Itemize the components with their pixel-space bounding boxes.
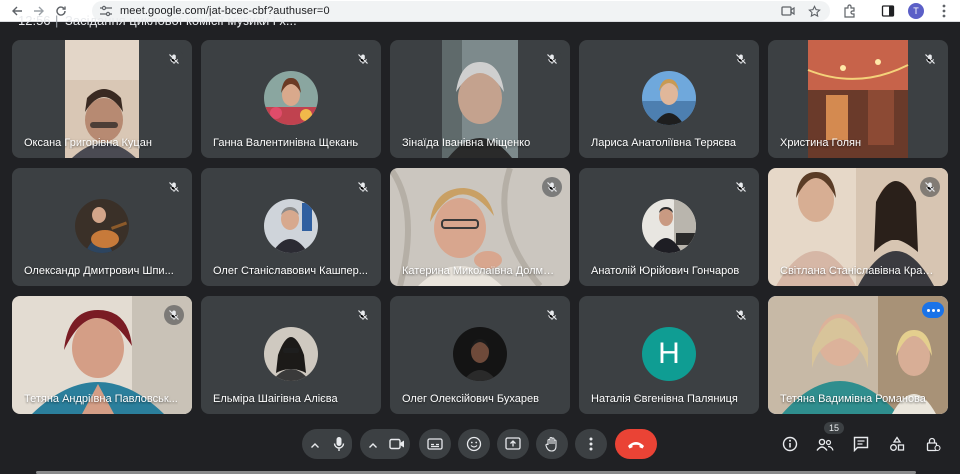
- activities-shapes-icon[interactable]: [885, 432, 909, 456]
- participant-tile[interactable]: Анатолій Юрійович Гончаров: [579, 168, 759, 286]
- microphone-button[interactable]: [326, 429, 352, 459]
- participant-name: Олександр Дмитрович Шпи...: [24, 265, 174, 277]
- profile-avatar[interactable]: T: [908, 3, 924, 19]
- participant-grid: Оксана Григорівна Куцан Ганна Валентинів…: [12, 40, 948, 414]
- participant-tile[interactable]: Олег Станіславович Кашпер...: [201, 168, 381, 286]
- chat-icon[interactable]: [849, 432, 873, 456]
- participant-tile[interactable]: Оксана Григорівна Куцан: [12, 40, 192, 158]
- camera-button[interactable]: [384, 429, 410, 459]
- participant-tile[interactable]: Катерина Миколаївна Долма...: [390, 168, 570, 286]
- reactions-emoji-button[interactable]: [458, 429, 490, 459]
- participant-name: Тетяна Андріївна Павловськ...: [24, 393, 178, 405]
- muted-mic-icon: [731, 49, 751, 69]
- participant-tile[interactable]: Олександр Дмитрович Шпи...: [12, 168, 192, 286]
- participant-name: Христина Голян: [780, 137, 862, 149]
- muted-mic-icon: [920, 49, 940, 69]
- participant-tile[interactable]: Христина Голян: [768, 40, 948, 158]
- participant-avatar: [264, 71, 318, 125]
- meeting-details-info-icon[interactable]: [778, 432, 802, 456]
- video-controls-group: [360, 429, 410, 459]
- extensions-puzzle-icon[interactable]: [842, 3, 858, 19]
- muted-mic-icon: [353, 305, 373, 325]
- participant-name: Зінаїда Іванівна Міщенко: [402, 137, 531, 149]
- participant-name: Анатолій Юрійович Гончаров: [591, 265, 740, 277]
- participant-name: Олег Станіславович Кашпер...: [213, 265, 368, 277]
- browser-menu-icon[interactable]: [936, 3, 952, 19]
- muted-mic-icon: [731, 177, 751, 197]
- present-screen-button[interactable]: [497, 429, 529, 459]
- participant-name: Наталія Євгенівна Паляниця: [591, 393, 738, 405]
- captions-button[interactable]: [419, 429, 451, 459]
- more-options-icon[interactable]: [922, 302, 944, 318]
- muted-mic-icon: [542, 49, 562, 69]
- muted-mic-icon: [164, 49, 184, 69]
- participant-name: Тетяна Вадимівна Романова: [780, 393, 926, 405]
- participant-tile[interactable]: Лариса Анатоліївна Теряєва: [579, 40, 759, 158]
- raise-hand-button[interactable]: [536, 429, 568, 459]
- participant-tile[interactable]: Зінаїда Іванівна Міщенко: [390, 40, 570, 158]
- participant-name: Олег Олексійович Бухарев: [402, 393, 539, 405]
- participant-avatar: [264, 327, 318, 381]
- participant-tile[interactable]: Олег Олексійович Бухарев: [390, 296, 570, 414]
- participant-avatar: [642, 71, 696, 125]
- participant-name: Світлана Станіславівна Крав...: [780, 265, 936, 277]
- meeting-title: Засідання циклової комісії музики і х...: [65, 13, 297, 28]
- people-icon[interactable]: [813, 433, 837, 457]
- meeting-clock: 12:56: [18, 13, 51, 28]
- audio-controls-group: [302, 429, 352, 459]
- participant-tile-active-speaker[interactable]: Тетяна Вадимівна Романова: [768, 296, 948, 414]
- participant-tile[interactable]: Н Наталія Євгенівна Паляниця: [579, 296, 759, 414]
- participant-avatar: [264, 199, 318, 253]
- participant-name: Оксана Григорівна Куцан: [24, 137, 152, 149]
- muted-mic-icon: [353, 49, 373, 69]
- bookmark-star-icon[interactable]: [806, 3, 822, 19]
- participant-letter-avatar: Н: [642, 327, 696, 381]
- muted-mic-icon: [542, 305, 562, 325]
- participant-avatar: [642, 199, 696, 253]
- participant-name: Ельміра Шаігівна Алієва: [213, 393, 338, 405]
- muted-mic-icon: [542, 177, 562, 197]
- side-panel-icon[interactable]: [880, 3, 896, 19]
- participant-avatar: [453, 327, 507, 381]
- audio-options-chevron-icon[interactable]: [310, 438, 320, 456]
- camera-in-use-icon[interactable]: [780, 3, 796, 19]
- muted-mic-icon: [731, 305, 751, 325]
- participant-avatar: [75, 199, 129, 253]
- title-separator: |: [55, 13, 59, 28]
- leave-call-button[interactable]: [615, 429, 657, 459]
- video-options-chevron-icon[interactable]: [368, 438, 378, 456]
- participant-tile[interactable]: Ельміра Шаігівна Алієва: [201, 296, 381, 414]
- muted-mic-icon: [353, 177, 373, 197]
- participant-tile[interactable]: Ганна Валентинівна Щекань: [201, 40, 381, 158]
- participant-name: Ганна Валентинівна Щекань: [213, 137, 359, 149]
- participant-tile[interactable]: Тетяна Андріївна Павловськ...: [12, 296, 192, 414]
- muted-mic-icon: [164, 177, 184, 197]
- host-controls-lock-icon[interactable]: [921, 432, 945, 456]
- participant-tile[interactable]: Світлана Станіславівна Крав...: [768, 168, 948, 286]
- participant-name: Катерина Миколаївна Долма...: [402, 265, 558, 277]
- participant-name: Лариса Анатоліївна Теряєва: [591, 137, 736, 149]
- muted-mic-icon: [164, 305, 184, 325]
- more-options-button[interactable]: [575, 429, 607, 459]
- muted-mic-icon: [920, 177, 940, 197]
